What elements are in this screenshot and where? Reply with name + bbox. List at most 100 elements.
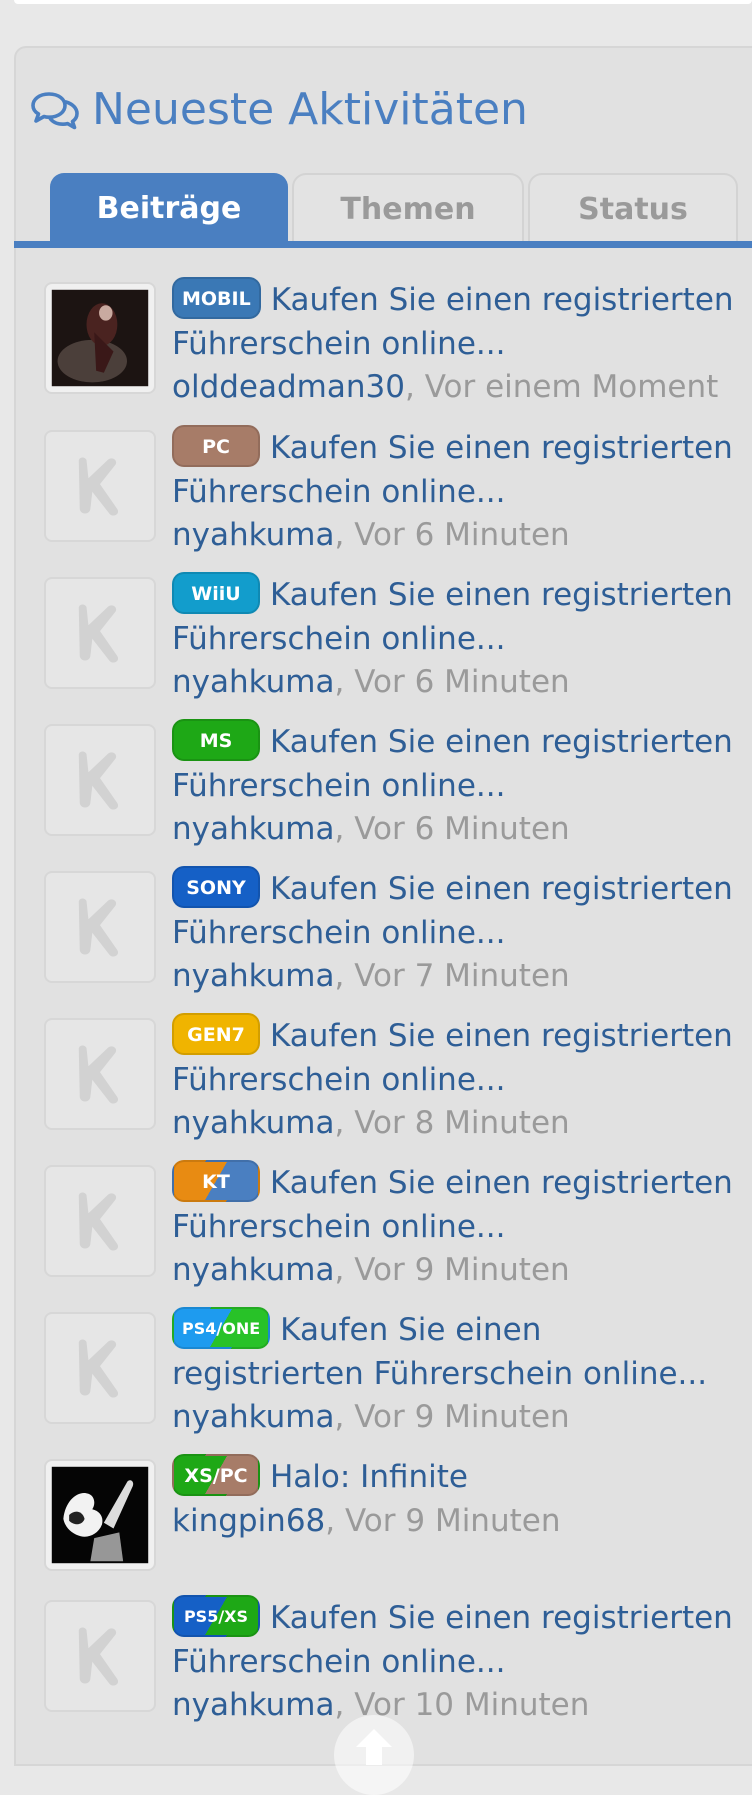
activity-item-body: KT Kaufen Sie einen registrierten Führers…: [172, 1159, 742, 1292]
user-photo-avatar: [51, 1466, 149, 1564]
default-avatar-icon: [51, 1172, 149, 1270]
activity-meta: nyahkuma, Vor 8 Minuten: [172, 1102, 742, 1145]
author-link[interactable]: nyahkuma: [172, 1687, 334, 1723]
author-link[interactable]: nyahkuma: [172, 1105, 334, 1141]
avatar[interactable]: [44, 577, 156, 689]
meta-separator: ,: [325, 1502, 345, 1539]
platform-badge[interactable]: MOBIL: [172, 276, 261, 319]
timestamp: Vor 7 Minuten: [354, 957, 570, 994]
meta-separator: ,: [334, 1398, 355, 1435]
activity-meta: nyahkuma, Vor 9 Minuten: [172, 1396, 742, 1439]
activity-title-line: SONY Kaufen Sie einen registrierten Führe…: [172, 865, 742, 955]
author-link[interactable]: nyahkuma: [172, 811, 334, 847]
timestamp: Vor einem Moment: [424, 368, 719, 405]
meta-separator: ,: [334, 663, 355, 700]
activity-meta: kingpin68, Vor 9 Minuten: [172, 1500, 742, 1543]
default-avatar-icon: [51, 1319, 149, 1417]
meta-separator: ,: [334, 516, 355, 553]
platform-badge[interactable]: GEN7: [172, 1012, 260, 1055]
author-link[interactable]: nyahkuma: [172, 664, 334, 700]
author-link[interactable]: nyahkuma: [172, 1399, 334, 1435]
default-avatar-icon: [51, 437, 149, 535]
platform-badge[interactable]: MS: [172, 718, 260, 761]
activity-item-body: WiiU Kaufen Sie einen registrierten Führe…: [172, 571, 742, 704]
meta-separator: ,: [334, 1104, 355, 1141]
activity-item-body: XS/PC Halo: Infinite kingpin68, Vor 9 Minu…: [172, 1453, 742, 1543]
default-avatar-icon: [51, 1607, 149, 1705]
avatar[interactable]: [44, 282, 156, 394]
timestamp: Vor 6 Minuten: [354, 663, 570, 700]
platform-badge[interactable]: PS4/ONE: [172, 1306, 271, 1349]
activity-meta: nyahkuma, Vor 6 Minuten: [172, 808, 742, 851]
author-link[interactable]: nyahkuma: [172, 517, 334, 553]
tab-status[interactable]: Status: [528, 173, 738, 243]
timestamp: Vor 9 Minuten: [354, 1398, 570, 1435]
meta-separator: ,: [334, 957, 355, 994]
activity-title-line: PS5/XS Kaufen Sie einen registrierten Füh…: [172, 1594, 742, 1684]
comments-icon: [31, 92, 79, 130]
activity-title-line: PC Kaufen Sie einen registrierten Führers…: [172, 424, 742, 514]
tab-underline: [14, 241, 752, 248]
avatar[interactable]: [44, 1600, 156, 1712]
timestamp: Vor 6 Minuten: [354, 516, 570, 553]
section-header: Neueste Aktivitäten: [30, 80, 528, 140]
author-link[interactable]: olddeadman30: [172, 369, 405, 405]
author-link[interactable]: nyahkuma: [172, 958, 334, 994]
platform-badge[interactable]: PS5/XS: [172, 1594, 260, 1637]
activity-title-line: MS Kaufen Sie einen registrierten Führers…: [172, 718, 742, 808]
tab-themen[interactable]: Themen: [292, 173, 524, 243]
default-avatar-icon: [51, 1025, 149, 1123]
thread-title-link[interactable]: Halo: Infinite: [270, 1459, 468, 1495]
top-card: [14, 0, 752, 4]
tab-beitraege[interactable]: Beiträge: [50, 173, 288, 243]
section-title: Neueste Aktivitäten: [92, 84, 528, 135]
avatar[interactable]: [44, 1459, 156, 1571]
platform-badge[interactable]: PC: [172, 424, 260, 467]
timestamp: Vor 6 Minuten: [354, 810, 570, 847]
meta-separator: ,: [404, 368, 425, 405]
activity-item-body: PC Kaufen Sie einen registrierten Führers…: [172, 424, 742, 557]
activity-item-body: MOBIL Kaufen Sie einen registrierten Führ…: [172, 276, 742, 409]
arrow-up-icon: [356, 1729, 392, 1765]
platform-badge[interactable]: KT: [172, 1159, 260, 1202]
activity-title-line: GEN7 Kaufen Sie einen registrierten Führe…: [172, 1012, 742, 1102]
avatar[interactable]: [44, 430, 156, 542]
meta-separator: ,: [334, 810, 355, 847]
activity-item-body: GEN7 Kaufen Sie einen registrierten Führe…: [172, 1012, 742, 1145]
activity-item-body: SONY Kaufen Sie einen registrierten Führe…: [172, 865, 742, 998]
activity-meta: nyahkuma, Vor 9 Minuten: [172, 1249, 742, 1292]
activity-meta: nyahkuma, Vor 10 Minuten: [172, 1684, 742, 1727]
timestamp: Vor 9 Minuten: [354, 1251, 570, 1288]
activity-meta: nyahkuma, Vor 6 Minuten: [172, 661, 742, 704]
activity-meta: nyahkuma, Vor 6 Minuten: [172, 514, 742, 557]
author-link[interactable]: nyahkuma: [172, 1252, 334, 1288]
activity-item-body: PS5/XS Kaufen Sie einen registrierten Füh…: [172, 1594, 742, 1727]
meta-separator: ,: [334, 1686, 355, 1723]
avatar[interactable]: [44, 871, 156, 983]
user-photo-avatar: [51, 289, 149, 387]
activity-meta: nyahkuma, Vor 7 Minuten: [172, 955, 742, 998]
activity-title-line: PS4/ONE Kaufen Sie einen registrierten Fü…: [172, 1306, 742, 1396]
activity-item-body: PS4/ONE Kaufen Sie einen registrierten Fü…: [172, 1306, 742, 1439]
author-link[interactable]: kingpin68: [172, 1503, 325, 1539]
platform-badge[interactable]: WiiU: [172, 571, 260, 614]
timestamp: Vor 9 Minuten: [345, 1502, 561, 1539]
default-avatar-icon: [51, 731, 149, 829]
avatar[interactable]: [44, 1018, 156, 1130]
default-avatar-icon: [51, 584, 149, 682]
activity-title-line: KT Kaufen Sie einen registrierten Führers…: [172, 1159, 742, 1249]
activity-item-body: MS Kaufen Sie einen registrierten Führers…: [172, 718, 742, 851]
avatar[interactable]: [44, 1165, 156, 1277]
platform-badge[interactable]: SONY: [172, 865, 260, 908]
platform-badge[interactable]: XS/PC: [172, 1453, 260, 1496]
meta-separator: ,: [334, 1251, 355, 1288]
avatar[interactable]: [44, 724, 156, 836]
avatar[interactable]: [44, 1312, 156, 1424]
timestamp: Vor 10 Minuten: [354, 1686, 590, 1723]
timestamp: Vor 8 Minuten: [354, 1104, 570, 1141]
scroll-top-button[interactable]: [334, 1715, 414, 1795]
activity-meta: olddeadman30, Vor einem Moment: [172, 366, 742, 409]
default-avatar-icon: [51, 878, 149, 976]
activity-title-line: XS/PC Halo: Infinite: [172, 1453, 742, 1500]
activity-title-line: MOBIL Kaufen Sie einen registrierten Führ…: [172, 276, 742, 366]
